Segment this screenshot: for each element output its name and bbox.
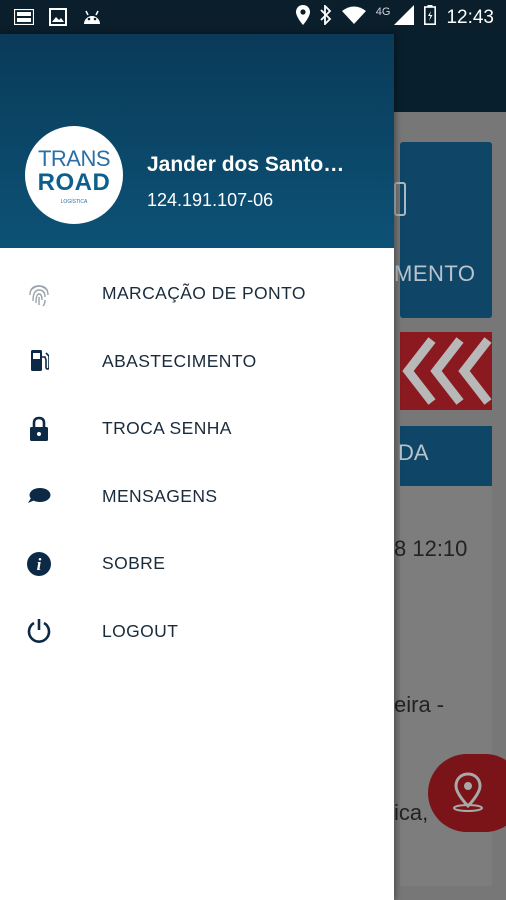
map-pin-icon <box>450 772 486 817</box>
logo-text-road: ROAD <box>37 169 111 196</box>
status-time: 12:43 <box>446 6 494 28</box>
menu-item-sobre[interactable]: i SOBRE <box>0 530 394 598</box>
location-icon <box>295 5 310 30</box>
lock-icon <box>26 416 52 442</box>
background-text-line3: ica, <box>394 800 429 825</box>
location-fab[interactable] <box>428 754 506 832</box>
background-text-datetime: 8 12:10 <box>394 536 468 561</box>
menu-label: SOBRE <box>102 553 166 574</box>
menu-label: MENSAGENS <box>102 485 218 506</box>
info-icon: i <box>26 551 52 577</box>
drawer-header: TRANS ROAD LOGÍSTICA Jander dos Santo… 1… <box>0 34 394 248</box>
menu-item-logout[interactable]: LOGOUT <box>0 598 394 666</box>
image-icon <box>48 7 68 27</box>
menu-item-abastecimento[interactable]: ABASTECIMENTO <box>0 328 394 396</box>
menu-item-marcacao-de-ponto[interactable]: MARCAÇÃO DE PONTO <box>0 260 394 328</box>
menu-label: MARCAÇÃO DE PONTO <box>102 283 306 304</box>
company-logo: TRANS ROAD LOGÍSTICA <box>25 126 123 224</box>
wifi-icon <box>341 6 366 29</box>
power-icon <box>26 618 52 644</box>
status-bar: 4G 12:43 <box>0 0 506 34</box>
road-notification-icon <box>14 7 34 27</box>
navigation-drawer: TRANS ROAD LOGÍSTICA Jander dos Santo… 1… <box>0 34 394 900</box>
user-name: Jander dos Santo… <box>147 153 345 176</box>
bluetooth-icon <box>320 3 332 30</box>
fuel-pump-icon <box>26 348 52 374</box>
background-card-fuel: MENTO <box>394 142 492 318</box>
android-icon <box>82 7 102 27</box>
background-card-red <box>400 332 492 410</box>
menu-label: TROCA SENHA <box>102 418 232 439</box>
background-card-header-label: DA <box>398 440 429 465</box>
logo-text-trans: TRANS <box>37 146 111 171</box>
svg-text:i: i <box>37 555 42 574</box>
logo-tagline: LOGÍSTICA <box>60 199 88 205</box>
drawer-menu: MARCAÇÃO DE PONTO ABASTECIMENTO TROCA SE… <box>0 260 394 665</box>
signal-icon <box>394 5 415 30</box>
chat-bubble-icon <box>26 483 52 509</box>
battery-icon <box>424 5 437 30</box>
menu-item-mensagens[interactable]: MENSAGENS <box>0 463 394 531</box>
user-cpf: 124.191.107-06 <box>147 190 274 210</box>
menu-item-troca-senha[interactable]: TROCA SENHA <box>0 395 394 463</box>
background-card-label: MENTO <box>394 261 476 286</box>
background-card-header: DA <box>398 426 492 486</box>
network-type-label: 4G <box>375 5 391 18</box>
menu-label: LOGOUT <box>102 620 179 641</box>
background-text-line2: eira - <box>394 692 445 717</box>
menu-label: ABASTECIMENTO <box>102 350 257 371</box>
fingerprint-icon <box>26 281 52 307</box>
